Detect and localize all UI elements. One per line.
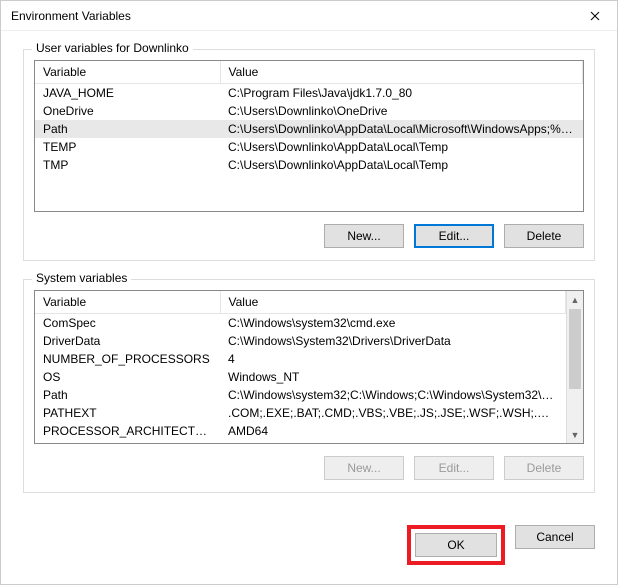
ok-highlight: OK (407, 525, 505, 565)
table-row[interactable]: PATHEXT.COM;.EXE;.BAT;.CMD;.VBS;.VBE;.JS… (35, 404, 566, 422)
user-vars-legend: User variables for Downlinko (32, 41, 193, 55)
scroll-up-icon[interactable]: ▲ (567, 291, 583, 308)
user-vars-table[interactable]: Variable Value JAVA_HOMEC:\Program Files… (35, 61, 583, 174)
table-row[interactable]: PathC:\Users\Downlinko\AppData\Local\Mic… (35, 120, 583, 138)
table-row[interactable]: TMPC:\Users\Downlinko\AppData\Local\Temp (35, 156, 583, 174)
table-row[interactable]: OneDriveC:\Users\Downlinko\OneDrive (35, 102, 583, 120)
system-vars-table[interactable]: Variable Value ComSpecC:\Windows\system3… (35, 291, 566, 440)
table-row[interactable]: OSWindows_NT (35, 368, 566, 386)
user-buttons: New... Edit... Delete (34, 224, 584, 248)
user-vars-table-wrap: Variable Value JAVA_HOMEC:\Program Files… (34, 60, 584, 212)
cancel-button[interactable]: Cancel (515, 525, 595, 549)
dialog-content: User variables for Downlinko Variable Va… (1, 31, 617, 521)
col-value[interactable]: Value (220, 61, 583, 84)
col-variable[interactable]: Variable (35, 61, 220, 84)
window-title: Environment Variables (11, 9, 572, 23)
table-row[interactable]: DriverDataC:\Windows\System32\Drivers\Dr… (35, 332, 566, 350)
system-vars-legend: System variables (32, 271, 131, 285)
table-row[interactable]: PathC:\Windows\system32;C:\Windows;C:\Wi… (35, 386, 566, 404)
system-vars-group: System variables Variable Value ComSpecC… (23, 279, 595, 493)
close-icon[interactable] (572, 1, 617, 31)
env-vars-dialog: Environment Variables User variables for… (0, 0, 618, 585)
user-vars-group: User variables for Downlinko Variable Va… (23, 49, 595, 261)
col-variable[interactable]: Variable (35, 291, 220, 314)
table-row[interactable]: JAVA_HOMEC:\Program Files\Java\jdk1.7.0_… (35, 84, 583, 103)
system-delete-button[interactable]: Delete (504, 456, 584, 480)
table-row[interactable]: TEMPC:\Users\Downlinko\AppData\Local\Tem… (35, 138, 583, 156)
system-edit-button[interactable]: Edit... (414, 456, 494, 480)
user-delete-button[interactable]: Delete (504, 224, 584, 248)
scroll-thumb[interactable] (569, 309, 581, 389)
system-new-button[interactable]: New... (324, 456, 404, 480)
ok-button[interactable]: OK (415, 533, 497, 557)
dialog-buttons: OK Cancel (1, 521, 617, 565)
table-row[interactable]: PROCESSOR_ARCHITECTUREAMD64 (35, 422, 566, 440)
system-buttons: New... Edit... Delete (34, 456, 584, 480)
user-new-button[interactable]: New... (324, 224, 404, 248)
system-vars-table-wrap: Variable Value ComSpecC:\Windows\system3… (34, 290, 584, 444)
col-value[interactable]: Value (220, 291, 566, 314)
system-scrollbar[interactable]: ▲ ▼ (566, 291, 583, 443)
scroll-down-icon[interactable]: ▼ (567, 426, 583, 443)
titlebar: Environment Variables (1, 1, 617, 31)
user-edit-button[interactable]: Edit... (414, 224, 494, 248)
table-row[interactable]: ComSpecC:\Windows\system32\cmd.exe (35, 314, 566, 333)
table-row[interactable]: NUMBER_OF_PROCESSORS4 (35, 350, 566, 368)
